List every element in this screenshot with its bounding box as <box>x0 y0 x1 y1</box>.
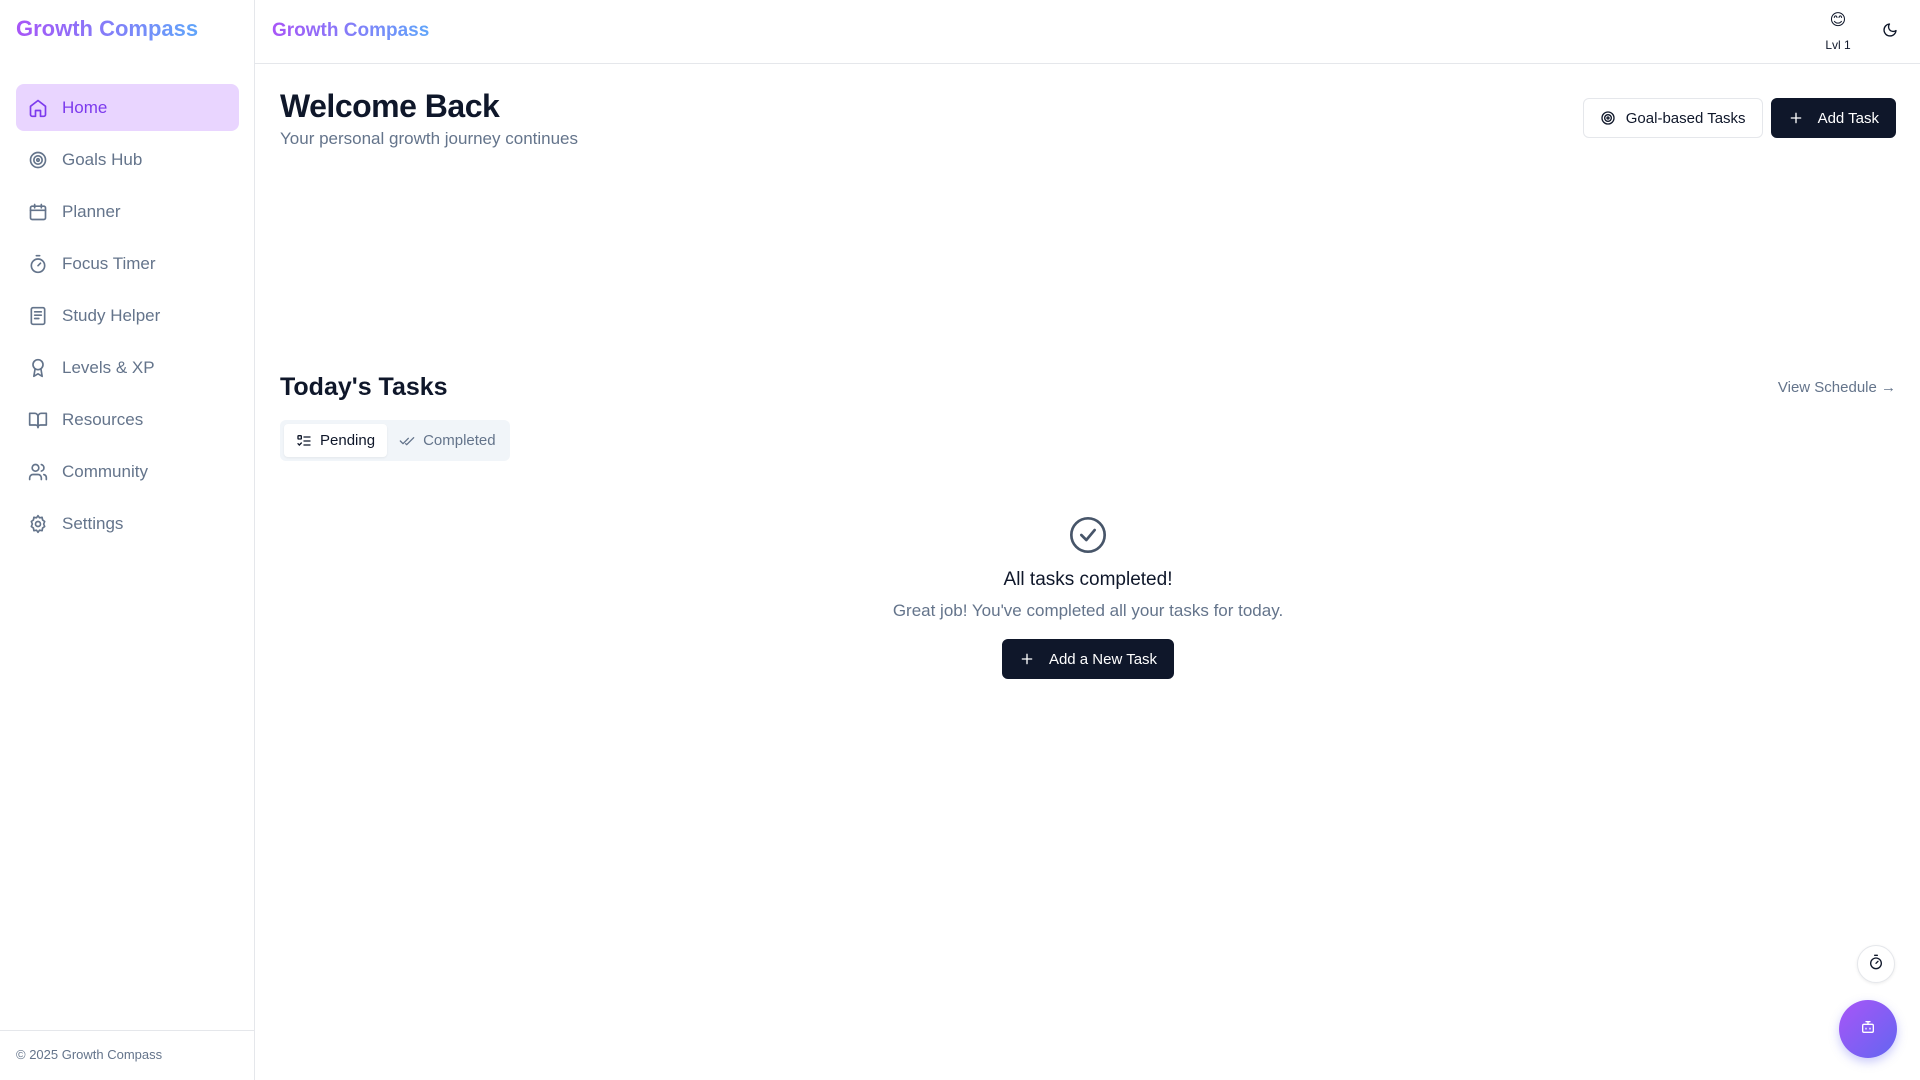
goal-based-tasks-button[interactable]: Goal-based Tasks <box>1582 98 1763 138</box>
ai-assistant-fab[interactable] <box>1839 1000 1897 1058</box>
sidebar-item-study-helper[interactable]: Study Helper <box>16 292 239 339</box>
sidebar-item-label: Planner <box>62 201 121 221</box>
plus-icon <box>1019 651 1035 667</box>
tab-pending-label: Pending <box>320 432 376 449</box>
sidebar-item-label: Home <box>62 97 108 117</box>
sidebar-item-label: Levels & XP <box>62 357 155 377</box>
tab-pending[interactable]: Pending <box>284 424 388 457</box>
notebook-icon <box>28 306 48 326</box>
level-indicator[interactable]: 😊 Lvl 1 <box>1818 12 1858 52</box>
theme-toggle-button[interactable] <box>1878 20 1902 44</box>
sidebar-item-label: Goals Hub <box>62 149 143 169</box>
add-task-button[interactable]: Add Task <box>1770 98 1896 138</box>
sidebar-item-goals-hub[interactable]: Goals Hub <box>16 136 239 183</box>
empty-state-subtitle: Great job! You've completed all your tas… <box>892 601 1284 620</box>
page-title: Welcome Back <box>280 88 500 124</box>
view-schedule-link[interactable]: View Schedule → <box>1778 379 1896 396</box>
plus-icon <box>1788 110 1804 126</box>
topbar: Growth Compass 😊 Lvl 1 <box>255 0 1920 64</box>
sidebar-item-home[interactable]: Home <box>16 84 239 131</box>
bot-icon <box>1860 1019 1876 1040</box>
target-icon <box>1600 110 1616 126</box>
app-root: Growth Compass Home Goals Hub Planner Fo… <box>0 0 1920 1080</box>
sidebar-item-levels-xp[interactable]: Levels & XP <box>16 344 239 391</box>
award-icon <box>28 358 48 378</box>
timer-icon <box>1868 954 1884 975</box>
level-emoji: 😊 <box>1829 12 1847 29</box>
sidebar-item-resources[interactable]: Resources <box>16 396 239 443</box>
sidebar: Growth Compass Home Goals Hub Planner Fo… <box>0 0 255 1080</box>
tasks-title: Today's Tasks <box>280 373 448 401</box>
task-tabs: Pending Completed <box>280 420 510 461</box>
calendar-icon <box>28 202 48 222</box>
sidebar-nav: Home Goals Hub Planner Focus Timer Study… <box>16 84 239 552</box>
add-new-task-label: Add a New Task <box>1048 650 1158 668</box>
sidebar-item-planner[interactable]: Planner <box>16 188 239 235</box>
tab-completed[interactable]: Completed <box>387 424 508 457</box>
home-icon <box>28 98 48 118</box>
sidebar-brand[interactable]: Growth Compass <box>16 16 198 42</box>
sidebar-item-label: Resources <box>62 409 144 429</box>
sidebar-item-label: Study Helper <box>62 305 161 325</box>
header-actions: Goal-based Tasks Add Task <box>1582 98 1896 138</box>
level-label: Lvl 1 <box>1825 38 1851 52</box>
goal-based-tasks-label: Goal-based Tasks <box>1625 109 1746 127</box>
check-check-icon <box>399 433 415 449</box>
circle-check-icon <box>1068 515 1108 555</box>
book-icon <box>28 410 48 430</box>
list-todo-icon <box>296 433 312 449</box>
focus-timer-fab[interactable] <box>1857 945 1895 983</box>
main-content: Growth Compass 😊 Lvl 1 Welcome Back Your… <box>255 0 1920 1080</box>
target-icon <box>28 150 48 170</box>
sidebar-item-label: Focus Timer <box>62 253 156 273</box>
page-subtitle: Your personal growth journey continues <box>280 129 579 148</box>
gear-icon <box>28 514 48 534</box>
sidebar-item-focus-timer[interactable]: Focus Timer <box>16 240 239 287</box>
sidebar-item-label: Settings <box>62 513 124 533</box>
empty-state: All tasks completed! Great job! You've c… <box>280 515 1896 679</box>
moon-icon <box>1882 22 1898 43</box>
empty-state-actions: Add a New Task <box>280 639 1896 679</box>
todays-tasks-section: Today's Tasks View Schedule → Pending Co… <box>280 373 1896 679</box>
sidebar-item-label: Community <box>62 461 148 481</box>
add-new-task-button[interactable]: Add a New Task <box>1001 639 1175 679</box>
add-task-label: Add Task <box>1817 109 1879 127</box>
sidebar-footer: © 2025 Growth Compass <box>0 1030 254 1080</box>
sidebar-item-community[interactable]: Community <box>16 448 239 495</box>
tab-completed-label: Completed <box>423 432 496 449</box>
timer-icon <box>28 254 48 274</box>
users-icon <box>28 462 48 482</box>
welcome-header: Welcome Back Your personal growth journe… <box>280 88 578 149</box>
sidebar-item-settings[interactable]: Settings <box>16 500 239 547</box>
topbar-brand[interactable]: Growth Compass <box>272 20 429 42</box>
empty-state-title: All tasks completed! <box>1003 569 1173 590</box>
